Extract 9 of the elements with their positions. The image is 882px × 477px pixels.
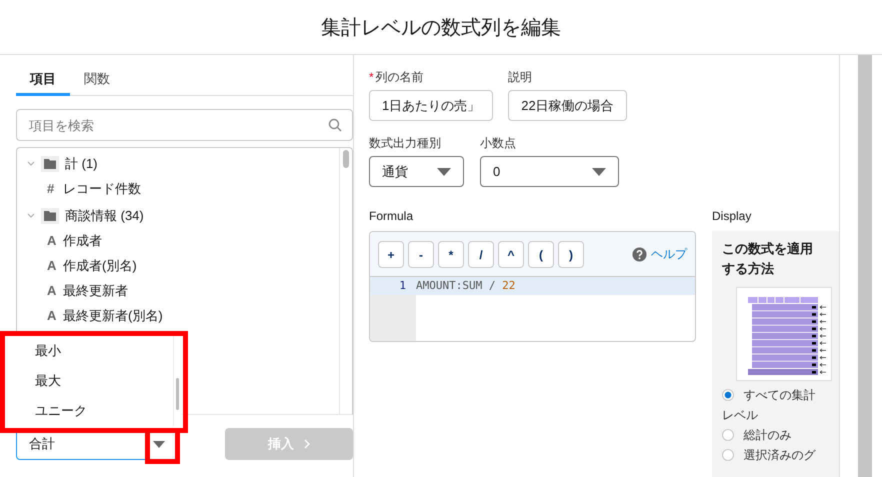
field-label: 説明 [508, 69, 534, 86]
line-number: 1 [370, 277, 416, 295]
dialog-title: 集計レベルの数式列を編集 [321, 16, 561, 40]
section-label: Display [712, 209, 752, 223]
field-label: 小数点 [480, 135, 517, 152]
section-label: Formula [369, 209, 414, 223]
card-heading: この数式を適用する方法 [722, 240, 814, 278]
field-label: * 列の名前 [369, 69, 425, 86]
field-label: 数式出力種別 [369, 135, 442, 152]
